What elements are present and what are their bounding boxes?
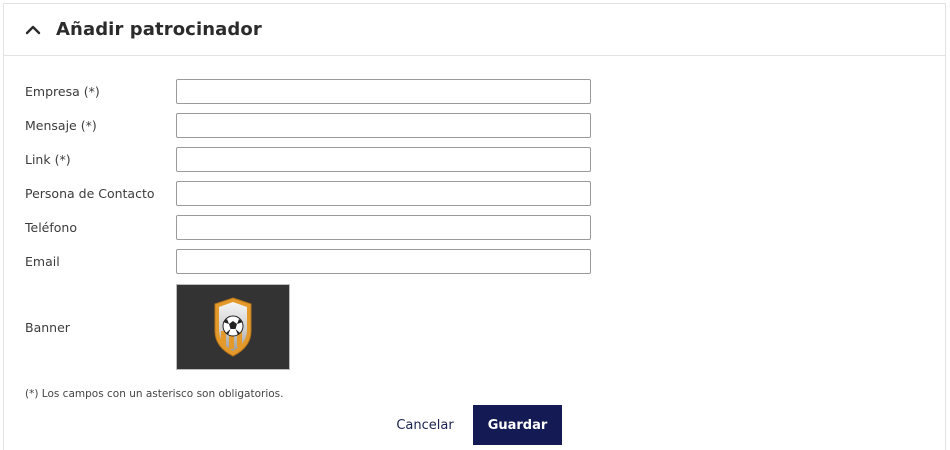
banner-upload[interactable] bbox=[176, 284, 290, 370]
cancel-button[interactable]: Cancelar bbox=[389, 405, 461, 445]
chevron-up-icon[interactable] bbox=[24, 21, 42, 39]
form-actions: Cancelar Guardar bbox=[4, 405, 947, 445]
empresa-label: Empresa (*) bbox=[25, 84, 100, 99]
link-label: Link (*) bbox=[25, 152, 71, 167]
empresa-input[interactable] bbox=[176, 79, 591, 104]
phone-input[interactable] bbox=[176, 215, 591, 240]
form-row-contact: Persona de Contacto bbox=[25, 181, 591, 206]
add-sponsor-panel: Añadir patrocinador Empresa (*) Mensaje … bbox=[3, 3, 946, 450]
banner-label: Banner bbox=[25, 319, 70, 335]
form-row-telefono: Teléfono bbox=[25, 215, 591, 240]
form-row-email: Email bbox=[25, 249, 591, 274]
required-fields-note: (*) Los campos con un asterisco son obli… bbox=[25, 388, 284, 400]
email-input[interactable] bbox=[176, 249, 591, 274]
panel-header: Añadir patrocinador bbox=[4, 4, 945, 56]
panel-title: Añadir patrocinador bbox=[56, 19, 262, 40]
mensaje-label: Mensaje (*) bbox=[25, 118, 97, 133]
form-row-mensaje: Mensaje (*) bbox=[25, 113, 591, 138]
form-row-empresa: Empresa (*) bbox=[25, 79, 591, 104]
email-label: Email bbox=[25, 254, 60, 269]
soccer-shield-logo-icon bbox=[214, 297, 252, 357]
mensaje-input[interactable] bbox=[176, 113, 591, 138]
form-row-banner: Banner bbox=[25, 284, 290, 370]
link-input[interactable] bbox=[176, 147, 591, 172]
contact-person-input[interactable] bbox=[176, 181, 591, 206]
form-row-link: Link (*) bbox=[25, 147, 591, 172]
save-button[interactable]: Guardar bbox=[473, 405, 562, 445]
contact-person-label: Persona de Contacto bbox=[25, 186, 155, 201]
phone-label: Teléfono bbox=[25, 220, 77, 235]
